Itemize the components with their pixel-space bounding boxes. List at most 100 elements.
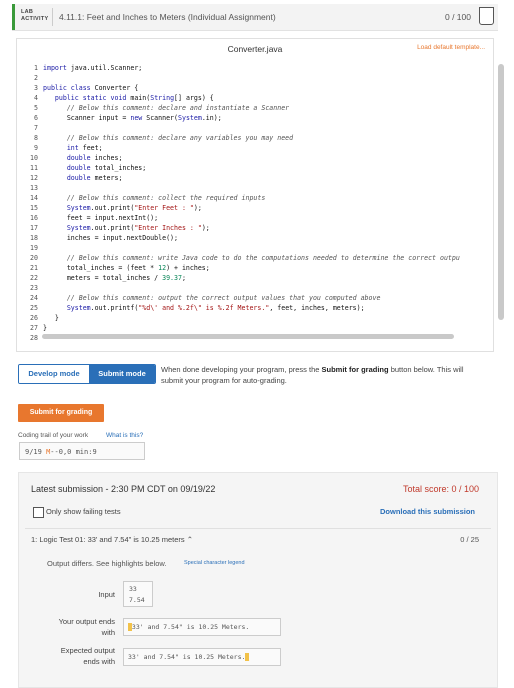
code-line[interactable]: 17 System.out.print("Enter Inches : ");	[23, 223, 491, 233]
your-output-label: Your output ends with	[58, 617, 115, 637]
line-number: 21	[30, 264, 38, 272]
code-line[interactable]: 4 public static void main(String[] args)…	[23, 93, 491, 103]
submit-mode-button[interactable]: Submit mode	[89, 365, 155, 383]
code-editor-panel: Converter.java Load default template... …	[16, 38, 504, 352]
line-number: 7	[34, 124, 38, 132]
develop-mode-button[interactable]: Develop mode	[19, 365, 89, 383]
code-line[interactable]: 23	[23, 283, 491, 293]
code-token: String	[150, 94, 175, 102]
activity-header: LAB ACTIVITY 4.11.1: Feet and Inches to …	[12, 4, 498, 31]
code-token: System	[66, 224, 91, 232]
code-token: "%d\' and %.2f\" is %.2f Meters."	[138, 304, 270, 312]
code-line[interactable]: 21 total_inches = (feet * 12) + inches;	[23, 263, 491, 273]
submit-for-grading-button[interactable]: Submit for grading	[18, 404, 104, 422]
line-number: 8	[34, 134, 38, 142]
code-line[interactable]: 5 // Below this comment: declare and ins…	[23, 103, 491, 113]
code-token: ) + inches;	[166, 264, 210, 272]
editor-vertical-scrollbar[interactable]	[498, 64, 504, 320]
code-line[interactable]: 7	[23, 123, 491, 133]
total-score: Total score: 0 / 100	[402, 484, 479, 494]
line-number: 16	[30, 214, 38, 222]
only-failing-checkbox[interactable]	[33, 507, 44, 518]
code-token: Scanner input =	[43, 114, 131, 122]
editor-horizontal-scrollbar[interactable]	[42, 334, 454, 339]
output-differs-message: Output differs. See highlights below.	[47, 559, 167, 568]
test-input-box: 33 7.54	[123, 581, 153, 607]
line-number: 15	[30, 204, 38, 212]
test-case-score: 0 / 25	[460, 535, 479, 544]
activity-accent-bar	[12, 4, 15, 30]
line-number: 1	[34, 64, 38, 72]
code-token: .out.print(	[90, 224, 135, 232]
code-line[interactable]: 14 // Below this comment: collect the re…	[23, 193, 491, 203]
line-number: 17	[30, 224, 38, 232]
code-token: feet;	[78, 144, 103, 152]
line-number: 2	[34, 74, 38, 82]
code-token: meters = total_inches /	[43, 274, 163, 282]
code-line[interactable]: 19	[23, 243, 491, 253]
expected-output-label: Expected output ends with	[60, 646, 115, 666]
code-line[interactable]: 25 System.out.printf("%d\' and %.2f\" is…	[23, 303, 491, 313]
only-failing-label: Only show failing tests	[46, 507, 121, 516]
load-default-template-link[interactable]: Load default template...	[417, 44, 485, 51]
code-token: // Below this comment: output the correc…	[66, 294, 381, 302]
code-line[interactable]: 10 double inches;	[23, 153, 491, 163]
code-token: .out.print(	[90, 204, 135, 212]
coding-trail-help-link[interactable]: What is this?	[106, 432, 143, 439]
code-line[interactable]: 3 public class Converter {	[23, 83, 491, 93]
code-token: import	[43, 64, 67, 72]
code-token: 12	[158, 264, 167, 272]
code-line[interactable]: 1 import java.util.Scanner;	[23, 63, 491, 73]
line-number: 28	[30, 334, 38, 342]
code-token: // Below this comment: declare any varia…	[66, 134, 294, 142]
code-token: Scanner(	[142, 114, 178, 122]
code-token: inches = input.nextDouble();	[43, 234, 178, 242]
code-line[interactable]: 20 // Below this comment: write Java cod…	[23, 253, 491, 263]
code-line[interactable]: 15 System.out.print("Enter Feet : ");	[23, 203, 491, 213]
line-number: 22	[30, 274, 38, 282]
code-line[interactable]: 27}	[23, 323, 491, 333]
activity-score: 0 / 100	[445, 12, 471, 22]
download-submission-link[interactable]: Download this submission	[380, 507, 475, 516]
line-number: 20	[30, 254, 38, 262]
line-number: 6	[34, 114, 38, 122]
code-token: total_inches;	[90, 164, 147, 172]
code-token: inches;	[90, 154, 123, 162]
code-line[interactable]: 16 feet = input.nextInt();	[23, 213, 491, 223]
your-output-box: _33' and 7.54" is 10.25 Meters.	[123, 618, 281, 636]
latest-submission-panel: Latest submission - 2:30 PM CDT on 09/19…	[18, 472, 498, 688]
code-line[interactable]: 9 int feet;	[23, 143, 491, 153]
line-number: 12	[30, 174, 38, 182]
code-line[interactable]: 22 meters = total_inches / 39.37;	[23, 273, 491, 283]
code-line[interactable]: 13	[23, 183, 491, 193]
special-character-legend-link[interactable]: Special character legend	[184, 560, 245, 566]
code-token: );	[193, 204, 202, 212]
line-number: 9	[34, 144, 38, 152]
input-line: 7.54	[129, 596, 145, 604]
code-token: new	[130, 114, 143, 122]
code-line[interactable]: 12 double meters;	[23, 173, 491, 183]
submit-mode-help-text: When done developing your program, press…	[161, 365, 464, 385]
line-number: 24	[30, 294, 38, 302]
code-token: // Below this comment: write Java code t…	[66, 254, 460, 262]
test-case-toggle[interactable]: 1: Logic Test 01: 33' and 7.54" is 10.25…	[31, 535, 193, 544]
code-line[interactable]: 24 // Below this comment: output the cor…	[23, 293, 491, 303]
expected-output-box: 33' and 7.54" is 10.25 Meters._	[123, 648, 281, 666]
code-line[interactable]: 6 Scanner input = new Scanner(System.in)…	[23, 113, 491, 123]
code-token: System	[178, 114, 202, 122]
code-line[interactable]: 11 double total_inches;	[23, 163, 491, 173]
code-token: }	[43, 314, 59, 322]
code-editor[interactable]: 1 import java.util.Scanner; 2 3 public class…	[23, 63, 491, 343]
code-token: public class	[43, 84, 91, 92]
code-line[interactable]: 2	[23, 73, 491, 83]
code-line[interactable]: 8 // Below this comment: declare any var…	[23, 133, 491, 143]
code-line[interactable]: 26 }	[23, 313, 491, 323]
code-token: feet = input.nextInt();	[43, 214, 159, 222]
code-line[interactable]: 18 inches = input.nextDouble();	[23, 233, 491, 243]
